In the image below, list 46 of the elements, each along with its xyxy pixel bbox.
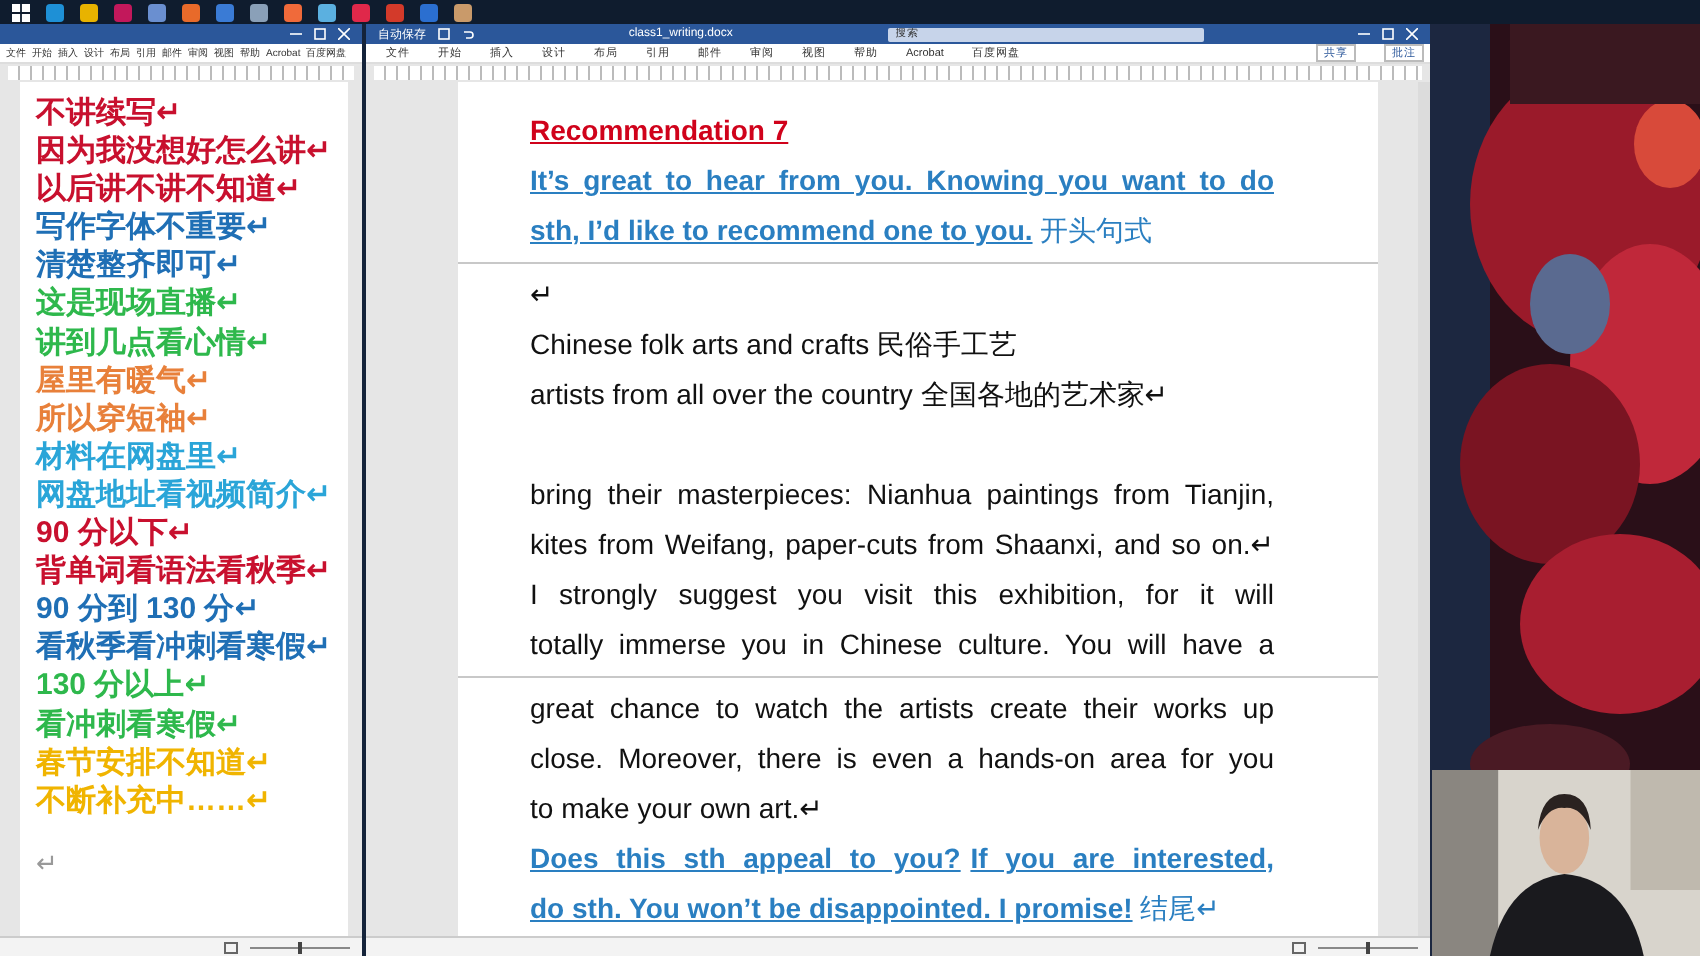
view-icon[interactable]	[224, 941, 238, 953]
text-line: great chance to watch the artists create their works up	[530, 690, 1274, 728]
view-icon[interactable]	[1292, 941, 1306, 953]
text-line: Chinese folk arts and crafts 民俗手工艺	[530, 326, 1020, 364]
text-line: to make your own art.↵	[530, 790, 825, 828]
minimize-icon[interactable]	[290, 28, 302, 40]
text-line: sth, I’d like to recommend one to you. 开头句式	[530, 212, 1155, 250]
text-line: 写作字体不重要↵	[36, 208, 274, 247]
text-line: 屋里有暖气↵	[36, 361, 214, 400]
text-line: bring their masterpieces: Nianhua paintings from Tianjin,	[530, 476, 1274, 514]
minimize-icon[interactable]	[1358, 28, 1371, 40]
start-icon[interactable]	[12, 3, 30, 21]
text-line: close. Moreover, there is even a hands-on area for you	[530, 740, 1274, 778]
text-line: 所以穿短袖↵	[36, 399, 214, 438]
close-icon[interactable]	[1406, 28, 1419, 40]
text-line: 90 分到 130 分↵	[36, 590, 262, 629]
text-line: 讲到几点看心情↵	[36, 323, 274, 362]
scrollbar[interactable]	[1418, 82, 1430, 936]
text-line: 这是现场直播↵	[36, 284, 244, 324]
text-line: 90 分以下↵	[36, 514, 195, 553]
text-line: do sth. You won’t be disappointed. I promise! 结尾↵	[530, 890, 1222, 928]
text-line: 看冲刺看寒假↵	[36, 705, 244, 744]
text-line: 以后讲不讲不知道↵	[36, 170, 304, 209]
text-line: 网盘地址看视频简介↵	[36, 475, 334, 515]
text-line: 清楚整齐即可↵	[36, 246, 244, 285]
text-line: I strongly suggest you visit this exhibition, for it will	[530, 576, 1274, 614]
maximize-icon[interactable]	[1382, 28, 1395, 40]
text-line: Recommendation 7	[530, 112, 791, 150]
text-line: Does this sth appeal to you? If you are interested,	[530, 840, 1274, 878]
text-line: totally immerse you in Chinese culture. You will have a	[530, 626, 1274, 664]
paragraph-mark: ↵	[36, 847, 58, 880]
text-line: 春节安排不知道↵	[36, 743, 274, 782]
text-line: artists from all over the country 全国各地的艺术家↵	[530, 376, 1171, 414]
text-line: 因为我没想好怎么讲↵	[36, 132, 334, 171]
text-line: kites from Weifang, paper-cuts from Shaanxi, and so on.↵	[530, 526, 1274, 564]
undo-icon[interactable]	[462, 28, 474, 40]
close-icon[interactable]	[338, 28, 350, 40]
text-line: ↵	[530, 276, 556, 314]
text-line: 不断补充中……↵	[36, 781, 274, 820]
text-line: 不讲续写↵	[36, 94, 184, 133]
text-line: 130 分以上↵	[36, 666, 212, 705]
text-line: 材料在网盘里↵	[36, 437, 244, 476]
text-line: It’s great to hear from you. Knowing you want to do	[530, 162, 1274, 200]
text-line: 背单词看语法看秋季↵	[36, 552, 334, 591]
text-line: 看秋季看冲刺看寒假↵	[36, 628, 334, 667]
maximize-icon[interactable]	[314, 28, 326, 40]
